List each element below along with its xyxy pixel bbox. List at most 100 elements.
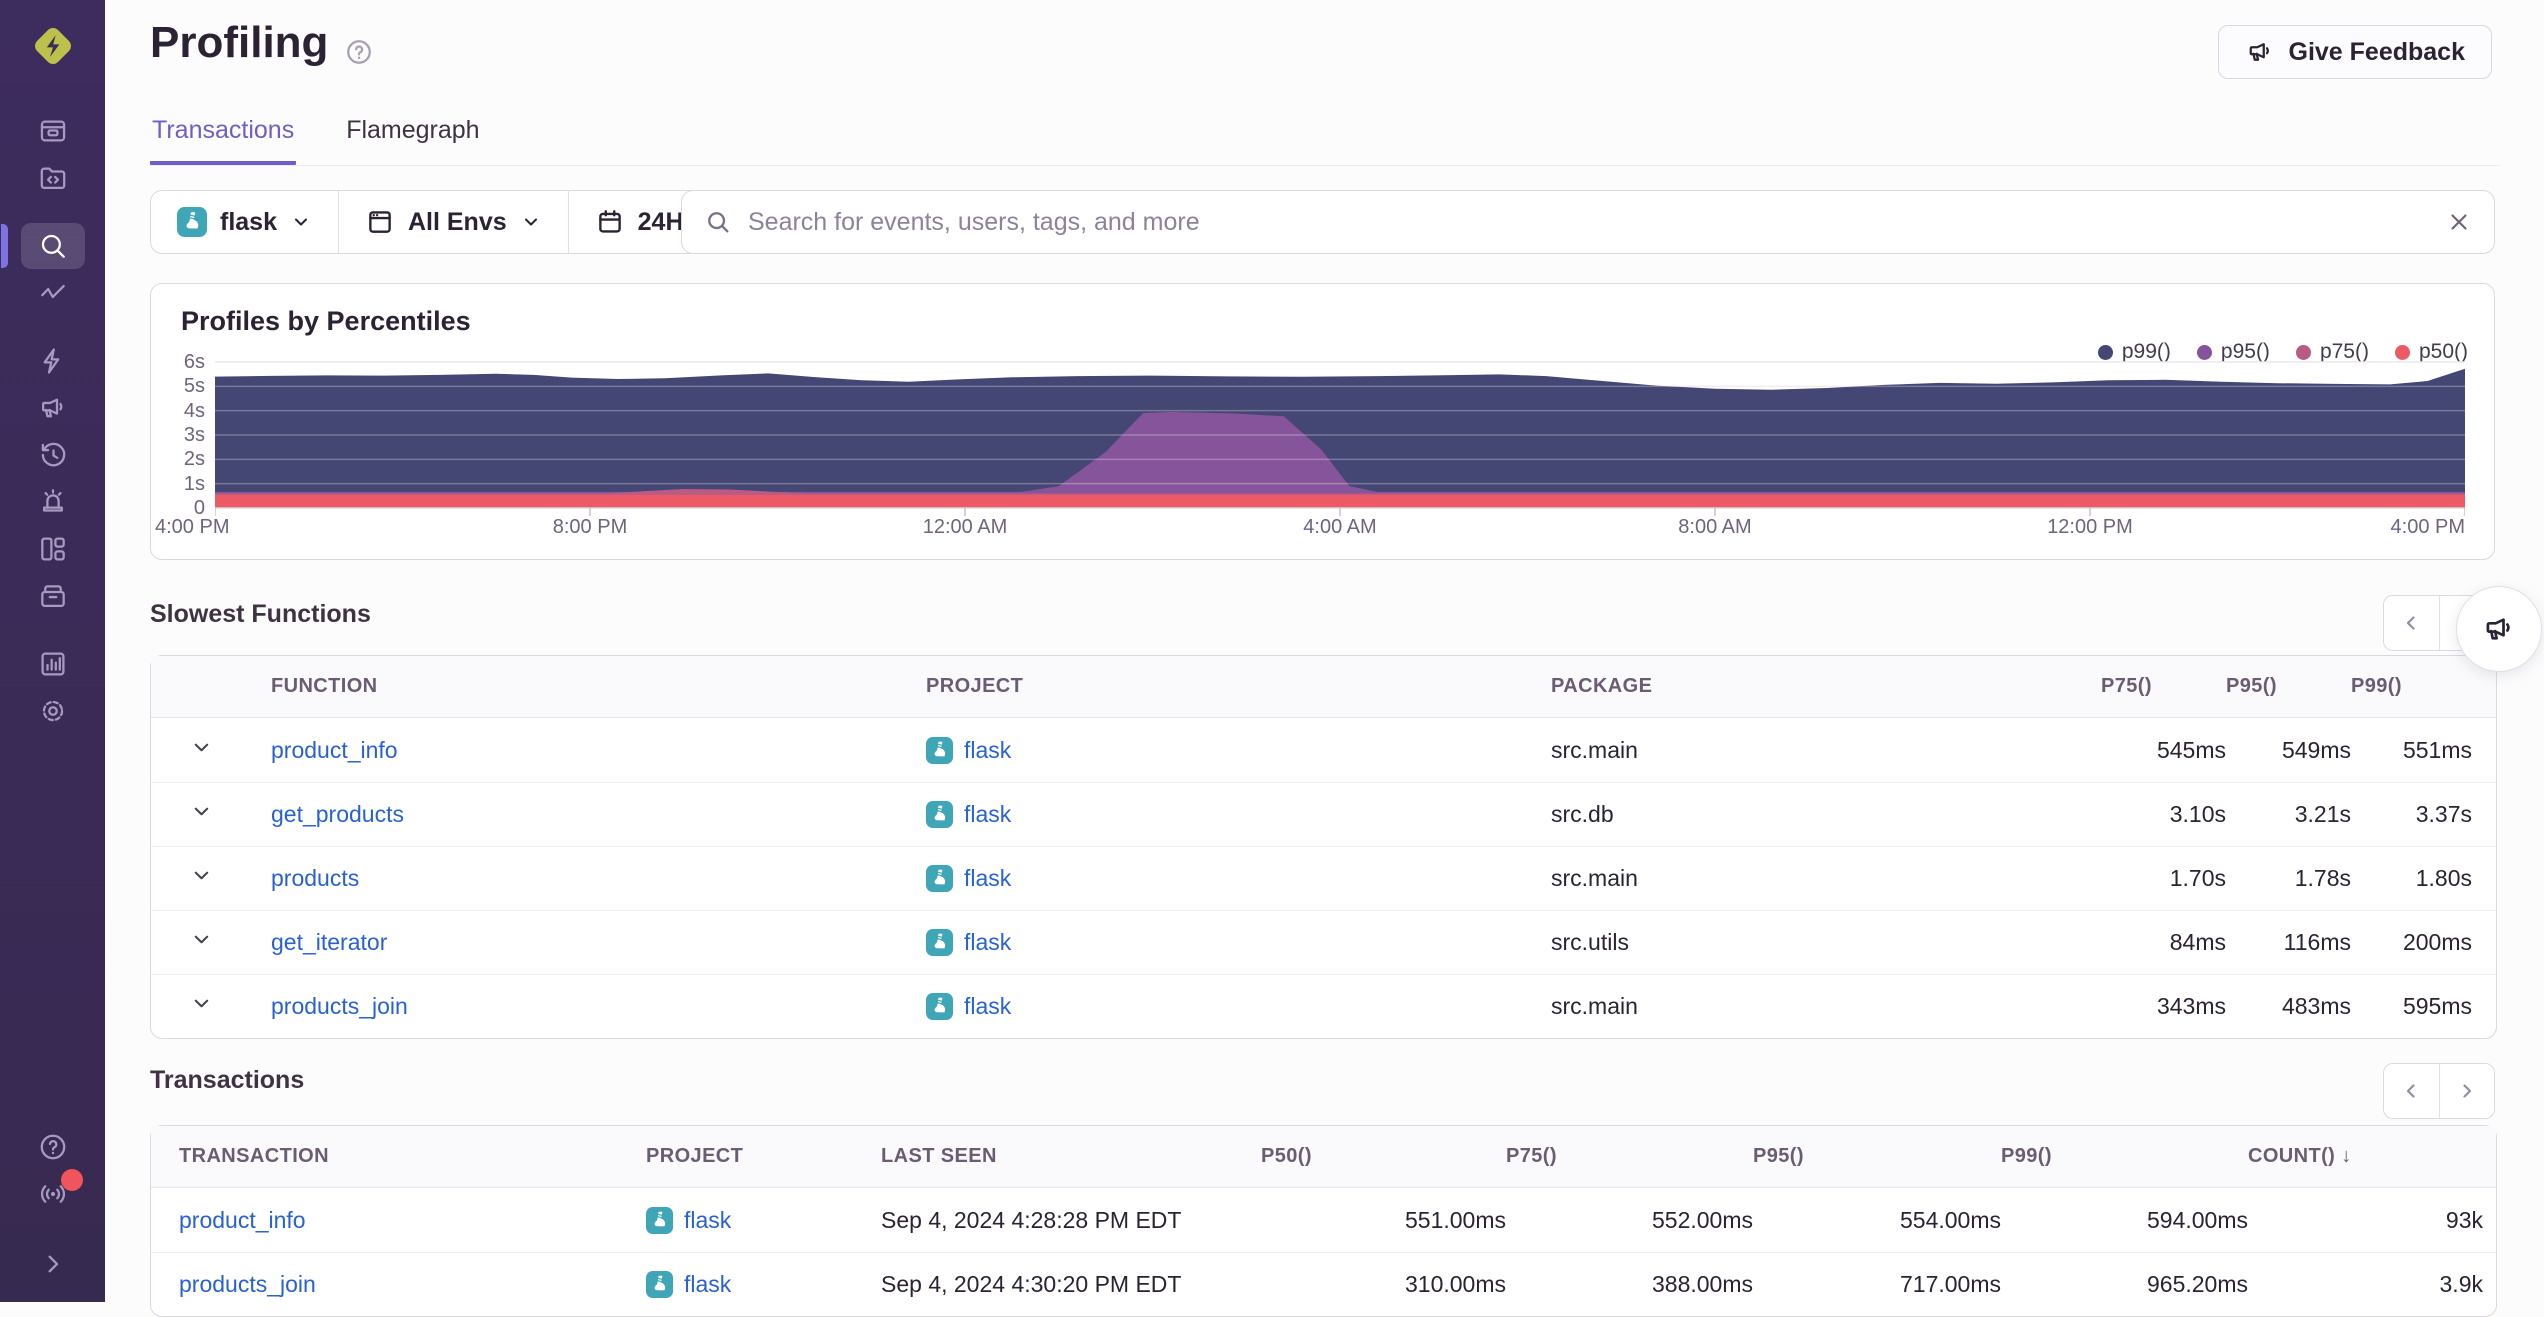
expand-row-icon[interactable] — [189, 863, 214, 888]
transaction-link[interactable]: product_info — [179, 1207, 306, 1233]
sidebar-footer — [0, 1123, 105, 1288]
environment-filter[interactable]: All Envs — [337, 191, 568, 253]
column-project: PROJECT — [926, 656, 1551, 718]
p95-cell: 549ms — [2281, 736, 2351, 763]
sidebar-item-dashboards[interactable] — [21, 526, 85, 572]
column-count-sortable[interactable]: COUNT() ↓ — [2248, 1126, 2496, 1188]
chevron-right-icon — [2463, 1084, 2471, 1098]
project-filter-label: flask — [220, 207, 277, 236]
project-link[interactable]: flask — [684, 1271, 731, 1298]
clear-search-icon[interactable] — [2446, 209, 2472, 235]
collapse-icon — [37, 1248, 69, 1280]
search-input[interactable] — [748, 207, 2430, 237]
y-axis-tick: 1s — [183, 472, 205, 495]
table-row: get_iterator flask src.utils 84ms 116ms 200ms — [151, 910, 2496, 974]
function-link[interactable]: products_join — [271, 993, 408, 1019]
p95-cell: 116ms — [2226, 910, 2351, 974]
page-help-icon[interactable] — [344, 28, 374, 64]
function-link[interactable]: product_info — [271, 737, 398, 763]
sidebar-item-whats-new[interactable] — [21, 1169, 85, 1217]
count-cell: 3.9k — [2248, 1252, 2496, 1316]
sidebar-item-settings[interactable] — [21, 688, 85, 734]
sidebar-item-search[interactable] — [0, 223, 85, 269]
search-bar — [681, 190, 2495, 254]
sentry-logo-icon[interactable] — [29, 22, 77, 70]
project-link[interactable]: flask — [964, 801, 1011, 828]
x-axis-tick: 4:00 PM — [2390, 516, 2465, 538]
project-link[interactable]: flask — [964, 929, 1011, 956]
search-icon — [708, 212, 729, 233]
package-cell: src.main — [1551, 846, 2101, 910]
expand-row-icon[interactable] — [189, 735, 214, 760]
transactions-title: Transactions — [150, 1066, 305, 1094]
pager-prev-button[interactable] — [2384, 596, 2439, 650]
y-axis-tick: 4s — [183, 399, 205, 422]
last-seen-cell: Sep 4, 2024 4:28:28 PM EDT — [881, 1206, 1182, 1233]
sidebar-item-traces[interactable] — [21, 270, 85, 316]
x-axis-tick: 4:00 PM — [155, 516, 230, 538]
last-seen-cell: Sep 4, 2024 4:30:20 PM EDT — [881, 1252, 1261, 1316]
project-link[interactable]: flask — [964, 737, 1011, 764]
p99-cell: 200ms — [2351, 910, 2496, 974]
window-icon — [369, 211, 391, 233]
sidebar-item-releases[interactable] — [21, 573, 85, 619]
p75-cell: 545ms — [2156, 736, 2226, 763]
y-axis-tick: 2s — [183, 448, 205, 471]
sidebar-item-replays[interactable] — [21, 432, 85, 478]
expand-row-icon[interactable] — [189, 991, 214, 1016]
function-link[interactable]: products — [271, 865, 359, 891]
megaphone-icon — [2486, 618, 2510, 640]
sidebar-item-issues[interactable] — [21, 108, 85, 154]
project-filter[interactable]: flask — [151, 191, 338, 253]
x-axis-tick: 4:00 AM — [1303, 516, 1377, 538]
sidebar-item-help[interactable] — [21, 1124, 85, 1170]
slowest-functions-title: Slowest Functions — [150, 600, 371, 628]
column-p95: P95() — [1753, 1126, 2001, 1188]
sidebar-nav — [0, 107, 105, 735]
floating-feedback-button[interactable] — [2456, 586, 2542, 672]
help-icon — [37, 1131, 69, 1163]
p99-cell: 595ms — [2351, 974, 2496, 1038]
sidebar-item-stats[interactable] — [21, 641, 85, 687]
p95-cell: 1.78s — [2226, 846, 2351, 910]
sidebar-item-projects[interactable] — [21, 155, 85, 201]
function-link[interactable]: get_iterator — [271, 929, 387, 955]
sort-desc-icon: ↓ — [2341, 1145, 2352, 1167]
tab-transactions[interactable]: Transactions — [150, 110, 297, 165]
y-axis-tick: 3s — [183, 424, 205, 446]
project-link[interactable]: flask — [684, 1207, 731, 1234]
tab-flamegraph[interactable]: Flamegraph — [344, 110, 481, 165]
column-function: FUNCTION — [271, 656, 926, 718]
p95-cell: 554.00ms — [1899, 1206, 2001, 1233]
function-link[interactable]: get_products — [271, 801, 404, 827]
transaction-link[interactable]: products_join — [179, 1271, 316, 1297]
y-axis-tick: 5s — [183, 375, 205, 398]
alerts-icon — [37, 486, 69, 518]
sidebar-item-collapse[interactable] — [21, 1241, 85, 1287]
p75-cell: 1.70s — [2101, 846, 2226, 910]
project-link[interactable]: flask — [964, 865, 1011, 892]
pager-prev-button[interactable] — [2384, 1064, 2439, 1118]
pager-next-button[interactable] — [2438, 1064, 2494, 1118]
sidebar-item-quick-start[interactable] — [21, 338, 85, 384]
column-p99: P99() — [2351, 656, 2496, 718]
p75-cell: 552.00ms — [1651, 1206, 1753, 1233]
table-row: products_join flask src.main 343ms 483ms 595m… — [151, 974, 2496, 1038]
expand-row-icon[interactable] — [189, 927, 214, 952]
p95-cell: 483ms — [2226, 974, 2351, 1038]
project-link[interactable]: flask — [964, 993, 1011, 1020]
issues-icon — [37, 115, 69, 147]
sidebar-item-feedback[interactable] — [21, 385, 85, 431]
search-icon — [37, 230, 69, 262]
count-cell: 93k — [2445, 1206, 2483, 1233]
replays-icon — [37, 439, 69, 471]
package-cell: src.main — [1551, 736, 1638, 763]
flask-project-icon — [926, 993, 953, 1020]
expand-row-icon[interactable] — [189, 799, 214, 824]
sidebar-item-alerts[interactable] — [21, 479, 85, 525]
give-feedback-button[interactable]: Give Feedback — [2217, 25, 2492, 79]
percentiles-area-chart[interactable] — [215, 358, 2465, 516]
environment-filter-label: All Envs — [407, 207, 507, 236]
transactions-pager — [2383, 1063, 2495, 1119]
transactions-table: TRANSACTION PROJECT LAST SEEN P50() P75(… — [150, 1125, 2497, 1317]
